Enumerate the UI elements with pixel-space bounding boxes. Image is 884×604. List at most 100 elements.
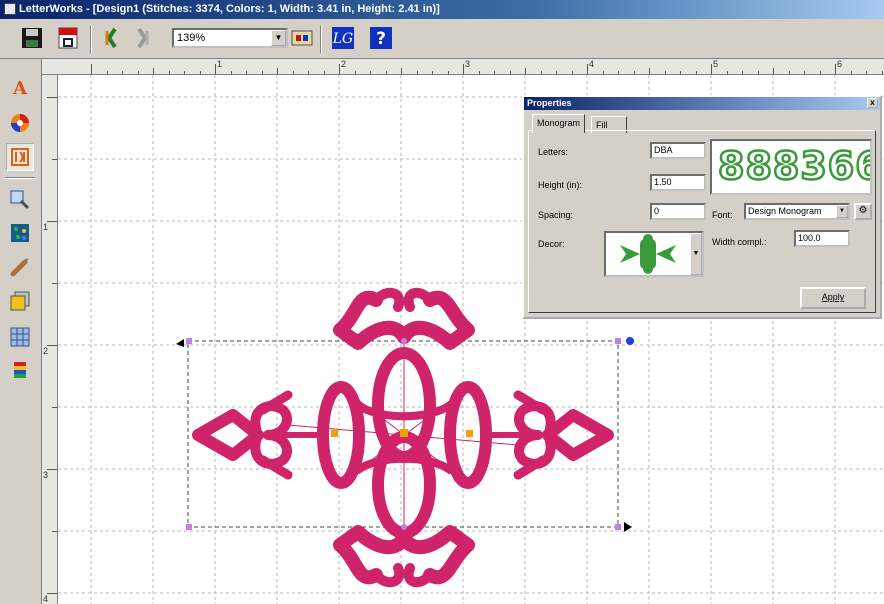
main-toolbar: 139% ▼ LG ? bbox=[0, 19, 884, 59]
calendar-icon[interactable] bbox=[55, 25, 81, 51]
thread-colors-icon[interactable] bbox=[6, 357, 34, 385]
height-field[interactable]: 1.50 bbox=[650, 174, 706, 191]
ruler-horizontal: 1 2 3 4 5 6 bbox=[42, 59, 884, 75]
ruler-tick bbox=[773, 68, 774, 74]
ruler-tick bbox=[633, 71, 635, 74]
ruler-tick bbox=[199, 71, 201, 74]
selection-handle[interactable] bbox=[615, 338, 621, 344]
close-icon[interactable]: x bbox=[867, 98, 878, 108]
ruler-tick bbox=[47, 97, 57, 98]
color-wheel-icon[interactable] bbox=[6, 109, 34, 137]
ruler-tick bbox=[385, 71, 387, 74]
svg-text:LG: LG bbox=[332, 31, 353, 47]
ruler-tick bbox=[664, 71, 666, 74]
letters-field[interactable]: DBA bbox=[650, 142, 706, 159]
ruler-tick bbox=[91, 64, 92, 74]
zoom-tool-icon[interactable] bbox=[6, 185, 34, 213]
ruler-tick bbox=[168, 71, 170, 74]
ruler-tick bbox=[649, 68, 650, 74]
ruler-label: 2 bbox=[341, 59, 347, 69]
ruler-tick bbox=[47, 469, 57, 470]
node-marker[interactable] bbox=[400, 429, 408, 437]
width-field[interactable]: 100.0 bbox=[794, 230, 850, 247]
zoom-combobox[interactable]: 139% ▼ bbox=[172, 28, 288, 48]
layers-tool-icon[interactable] bbox=[6, 287, 34, 315]
node-marker[interactable] bbox=[466, 430, 473, 437]
properties-title: Properties bbox=[527, 98, 572, 108]
chevron-down-icon[interactable]: ▼ bbox=[836, 205, 848, 218]
svg-text:?: ? bbox=[376, 29, 386, 49]
monogram-design[interactable] bbox=[192, 287, 614, 588]
ruler-label: 6 bbox=[837, 59, 843, 69]
ruler-tick bbox=[835, 64, 836, 74]
tab-monogram[interactable]: Monogram bbox=[532, 114, 586, 133]
properties-panel: Properties x Monogram Fill Letters: DBA … bbox=[522, 95, 882, 319]
monogram-tool-icon[interactable] bbox=[6, 143, 34, 171]
rotation-handle[interactable] bbox=[626, 337, 634, 345]
grid-tool-icon[interactable] bbox=[6, 323, 34, 351]
ruler-tick bbox=[757, 71, 759, 74]
ruler-tick bbox=[540, 71, 542, 74]
text-tool-icon[interactable]: A bbox=[6, 73, 34, 101]
chevron-down-icon[interactable]: ▼ bbox=[271, 30, 286, 46]
ruler-tick bbox=[277, 68, 278, 74]
node-marker[interactable] bbox=[401, 524, 407, 530]
ruler-label: 3 bbox=[465, 59, 471, 69]
selection-handle-arrow[interactable] bbox=[176, 339, 184, 347]
ruler-tick bbox=[742, 71, 743, 74]
spacing-field[interactable]: 0 bbox=[650, 203, 706, 220]
ruler-tick bbox=[52, 159, 57, 160]
ruler-tick bbox=[47, 345, 57, 346]
ruler-tick bbox=[711, 64, 712, 74]
font-settings-button[interactable]: ⚙ bbox=[854, 203, 872, 220]
needle-tool-icon[interactable] bbox=[6, 253, 34, 281]
ruler-tick bbox=[137, 71, 139, 74]
ruler-label: 5 bbox=[713, 59, 719, 69]
selection-handle[interactable] bbox=[615, 524, 621, 530]
ruler-tick bbox=[587, 64, 588, 74]
selection-handle[interactable] bbox=[186, 338, 192, 344]
chevron-down-icon[interactable]: ▼ bbox=[690, 233, 702, 275]
node-marker[interactable] bbox=[401, 338, 407, 344]
selection-handle[interactable] bbox=[186, 524, 192, 530]
ruler-tick bbox=[52, 407, 57, 408]
ruler-tick bbox=[509, 71, 511, 74]
properties-titlebar[interactable]: Properties x bbox=[524, 97, 880, 110]
apply-button[interactable]: Apply bbox=[800, 287, 866, 309]
window-title: LetterWorks - [Design1 (Stitches: 3374, … bbox=[19, 3, 440, 15]
ruler-tick bbox=[618, 71, 619, 74]
node-marker[interactable] bbox=[331, 430, 338, 437]
ruler-label: 2 bbox=[43, 346, 49, 356]
ruler-tick bbox=[246, 71, 247, 74]
ruler-tick bbox=[525, 68, 526, 74]
help-icon[interactable]: ? bbox=[368, 25, 394, 51]
color-palette-icon[interactable] bbox=[289, 25, 315, 51]
ruler-tick bbox=[602, 71, 604, 74]
decor-selector[interactable]: ▼ bbox=[604, 231, 704, 277]
save-icon[interactable] bbox=[19, 25, 45, 51]
font-preview: 888366 bbox=[710, 139, 872, 195]
ruler-tick bbox=[881, 71, 883, 74]
window-titlebar: LetterWorks - [Design1 (Stitches: 3374, … bbox=[0, 0, 884, 19]
ruler-tick bbox=[354, 71, 356, 74]
height-label: Height (in): bbox=[538, 180, 583, 190]
font-preview-text: 888366 bbox=[717, 143, 872, 190]
ruler-tick bbox=[370, 71, 371, 74]
ruler-tick bbox=[292, 71, 294, 74]
ruler-tick bbox=[432, 71, 433, 74]
decor-label: Decor: bbox=[538, 239, 565, 249]
undo-icon[interactable] bbox=[98, 25, 124, 51]
registration-icon[interactable]: LG bbox=[330, 25, 356, 51]
ruler-tick bbox=[339, 64, 340, 74]
ruler-tick bbox=[804, 71, 805, 74]
font-select-value: Design Monogram bbox=[748, 206, 822, 216]
font-select[interactable]: Design Monogram ▼ bbox=[744, 203, 850, 220]
ruler-tick bbox=[850, 71, 852, 74]
tool-palette: A bbox=[0, 59, 42, 604]
ruler-tick bbox=[323, 71, 325, 74]
ruler-tick bbox=[215, 64, 216, 74]
fill-tool-icon[interactable] bbox=[6, 219, 34, 247]
ruler-tick bbox=[447, 71, 449, 74]
redo-icon[interactable] bbox=[130, 25, 156, 51]
spacing-label: Spacing: bbox=[538, 210, 574, 220]
